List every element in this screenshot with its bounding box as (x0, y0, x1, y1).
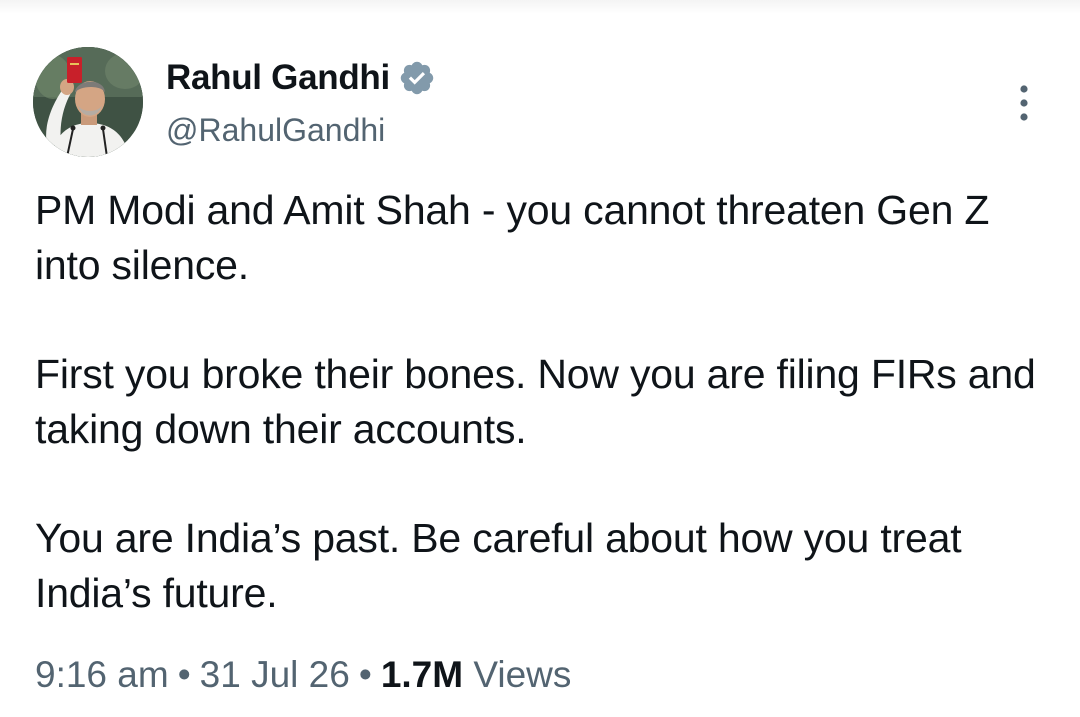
more-options-icon[interactable] (1008, 83, 1040, 123)
tweet-paragraph: PM Modi and Amit Shah - you cannot threa… (35, 187, 990, 288)
tweet-paragraph: First you broke their bones. Now you are… (35, 351, 1036, 452)
author-name-row: Rahul Gandhi (166, 56, 436, 100)
tweet-time[interactable]: 9:16 am (35, 654, 169, 695)
avatar-photo (33, 47, 143, 157)
tweet-card: Rahul Gandhi @RahulGandhi PM Modi and Am… (0, 0, 1080, 717)
tweet-meta: 9:16 am • 31 Jul 26 • 1.7M Views (35, 654, 571, 696)
meta-separator: • (177, 654, 191, 695)
tweet-paragraph: You are India’s past. Be careful about h… (35, 515, 962, 616)
verified-badge-icon[interactable] (398, 59, 436, 97)
tweet-date[interactable]: 31 Jul 26 (200, 654, 350, 695)
tweet-text: PM Modi and Amit Shah - you cannot threa… (35, 183, 1045, 621)
views-label: Views (473, 654, 572, 695)
author-handle[interactable]: @RahulGandhi (166, 112, 385, 149)
meta-separator: • (358, 654, 372, 695)
views-count[interactable]: 1.7M (381, 654, 463, 695)
author-name[interactable]: Rahul Gandhi (166, 58, 390, 98)
author-avatar[interactable] (33, 47, 143, 157)
